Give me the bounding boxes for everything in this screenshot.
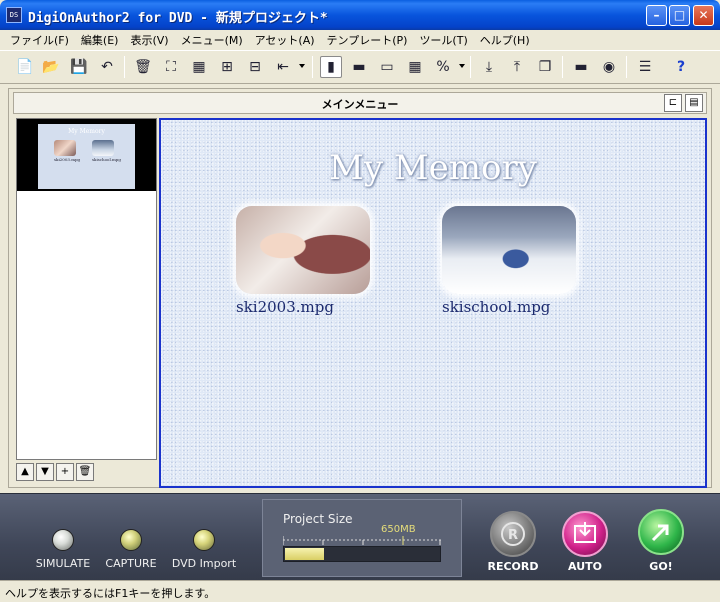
stack-icon[interactable]: ❐ bbox=[534, 56, 556, 78]
go-button[interactable] bbox=[638, 509, 684, 555]
add-icon[interactable]: + bbox=[56, 463, 74, 481]
move-down-icon[interactable]: ▼ bbox=[36, 463, 54, 481]
minimize-button[interactable]: – bbox=[646, 5, 667, 26]
menu-tools[interactable]: ツール(T) bbox=[413, 32, 473, 48]
settings-icon[interactable]: ☰ bbox=[634, 56, 656, 78]
status-text: ヘルプを表示するにはF1キーを押します。 bbox=[5, 587, 216, 600]
video-thumbnail-skischool[interactable] bbox=[442, 206, 576, 294]
menu-thumbnail-list: My Memory ski2003.mpg skischool.mpg bbox=[16, 118, 157, 460]
auto-disc-icon bbox=[574, 522, 596, 543]
maximize-button[interactable]: □ bbox=[669, 5, 690, 26]
import-icon[interactable]: ⤓ bbox=[478, 56, 500, 78]
menu-view[interactable]: 表示(V) bbox=[124, 32, 174, 48]
help-icon[interactable]: ? bbox=[670, 56, 692, 78]
undo-icon[interactable]: ↶ bbox=[96, 56, 118, 78]
svg-text:R: R bbox=[508, 528, 518, 543]
panel-title: メインメニュー bbox=[321, 98, 399, 111]
toolbar-separator bbox=[312, 56, 313, 78]
new-file-icon[interactable]: 📄 bbox=[14, 56, 36, 78]
project-size-label: Project Size bbox=[283, 512, 353, 526]
menu-thumbnail[interactable]: My Memory ski2003.mpg skischool.mpg bbox=[17, 119, 156, 191]
project-size-panel: Project Size 650MB bbox=[262, 499, 462, 577]
thumbnail-image: My Memory ski2003.mpg skischool.mpg bbox=[38, 124, 135, 189]
menu-edit[interactable]: 編集(E) bbox=[75, 32, 125, 48]
toolbar-separator bbox=[626, 56, 627, 78]
capture-button[interactable]: CAPTURE bbox=[98, 529, 164, 570]
capture-led-icon bbox=[120, 529, 142, 551]
panel-header: メインメニュー ⊏ ▤ bbox=[13, 92, 707, 114]
app-icon: DS bbox=[6, 7, 22, 23]
dvd-import-led-icon bbox=[193, 529, 215, 551]
open-folder-icon[interactable]: 📂 bbox=[40, 56, 62, 78]
percent-icon[interactable]: % bbox=[432, 56, 454, 78]
group-icon[interactable]: ⊞ bbox=[216, 56, 238, 78]
simulate-button[interactable]: SIMULATE bbox=[28, 529, 98, 570]
thumbnail-photo bbox=[54, 140, 76, 156]
add-menu-icon[interactable]: ⊏ bbox=[664, 94, 682, 112]
layout-table-icon[interactable]: ▦ bbox=[404, 56, 426, 78]
project-size-bar bbox=[283, 546, 441, 562]
layout-vertical-icon[interactable]: ▮ bbox=[320, 56, 342, 78]
trash-icon[interactable]: 🗑 bbox=[76, 463, 94, 481]
thumbnail-title: My Memory bbox=[68, 128, 105, 135]
thumbnail-label: ski2003.mpg bbox=[54, 157, 81, 162]
toolbar-separator bbox=[562, 56, 563, 78]
record-label: RECORD bbox=[487, 560, 539, 573]
menu-bar: ファイル(F) 編集(E) 表示(V) メニュー(M) アセット(A) テンプレ… bbox=[0, 30, 720, 50]
menu-file[interactable]: ファイル(F) bbox=[4, 32, 75, 48]
auto-label: AUTO bbox=[568, 560, 602, 573]
toolbar-separator bbox=[470, 56, 471, 78]
video-label-skischool[interactable]: skischool.mpg bbox=[442, 298, 550, 316]
menu-title[interactable]: My Memory bbox=[161, 148, 705, 188]
menu-preview-canvas[interactable]: My Memory ski2003.mpg skischool.mpg bbox=[159, 118, 707, 488]
layout-strip-icon[interactable]: ▬ bbox=[348, 56, 370, 78]
save-icon[interactable]: 💾 bbox=[68, 56, 90, 78]
video-label-ski2003[interactable]: ski2003.mpg bbox=[236, 298, 334, 316]
simulate-label: SIMULATE bbox=[35, 557, 91, 570]
thumbnail-label: skischool.mpg bbox=[92, 157, 121, 162]
menu-asset[interactable]: アセット(A) bbox=[249, 32, 321, 48]
thumbnail-photo bbox=[92, 140, 114, 156]
drive-icon[interactable]: ▬ bbox=[570, 56, 592, 78]
align-icon[interactable]: ⇤ bbox=[272, 56, 294, 78]
layout-single-icon[interactable]: ▭ bbox=[376, 56, 398, 78]
align-dropdown-arrow[interactable] bbox=[299, 64, 305, 68]
size-scale-ticks bbox=[283, 536, 441, 545]
project-size-fill bbox=[285, 548, 324, 560]
menu-template[interactable]: テンプレート(P) bbox=[321, 32, 414, 48]
dvd-import-button[interactable]: DVD Import bbox=[166, 529, 242, 570]
status-bar: ヘルプを表示するにはF1キーを押します。 bbox=[0, 580, 720, 602]
menu-help[interactable]: ヘルプ(H) bbox=[474, 32, 536, 48]
grid-icon[interactable]: ▦ bbox=[188, 56, 210, 78]
toolbar: 📄 📂 💾 ↶ 🗑 ⛶ ▦ ⊞ ⊟ ⇤ ▮ ▬ ▭ ▦ % ⤓ ⤒ ❐ ▬ ◉ … bbox=[0, 50, 720, 84]
ungroup-icon[interactable]: ⊟ bbox=[244, 56, 266, 78]
video-thumbnail-ski2003[interactable] bbox=[236, 206, 370, 294]
dvd-import-label: DVD Import bbox=[171, 557, 237, 570]
percent-dropdown-arrow[interactable] bbox=[459, 64, 465, 68]
go-arrow-icon bbox=[651, 524, 669, 542]
toolbar-separator bbox=[124, 56, 125, 78]
disc-icon[interactable]: ◉ bbox=[598, 56, 620, 78]
go-label: GO! bbox=[649, 560, 673, 573]
auto-button[interactable] bbox=[562, 511, 608, 557]
capture-label: CAPTURE bbox=[105, 557, 157, 570]
simulate-led-icon bbox=[52, 529, 74, 551]
delete-icon[interactable]: 🗑 bbox=[132, 56, 154, 78]
title-bar[interactable]: DS DigiOnAuthor2 for DVD - 新規プロジェクト* – □… bbox=[0, 0, 720, 30]
thumbnail-toolbar: ▲ ▼ + 🗑 bbox=[16, 463, 94, 483]
export-icon[interactable]: ⤒ bbox=[506, 56, 528, 78]
close-button[interactable]: ✕ bbox=[693, 5, 714, 26]
move-up-icon[interactable]: ▲ bbox=[16, 463, 34, 481]
menu-list-icon[interactable]: ▤ bbox=[685, 94, 703, 112]
menu-menu[interactable]: メニュー(M) bbox=[175, 32, 249, 48]
window-title: DigiOnAuthor2 for DVD - 新規プロジェクト* bbox=[28, 11, 328, 26]
record-icon: R bbox=[501, 522, 525, 546]
record-button[interactable]: R bbox=[490, 511, 536, 557]
fit-icon[interactable]: ⛶ bbox=[160, 56, 182, 78]
